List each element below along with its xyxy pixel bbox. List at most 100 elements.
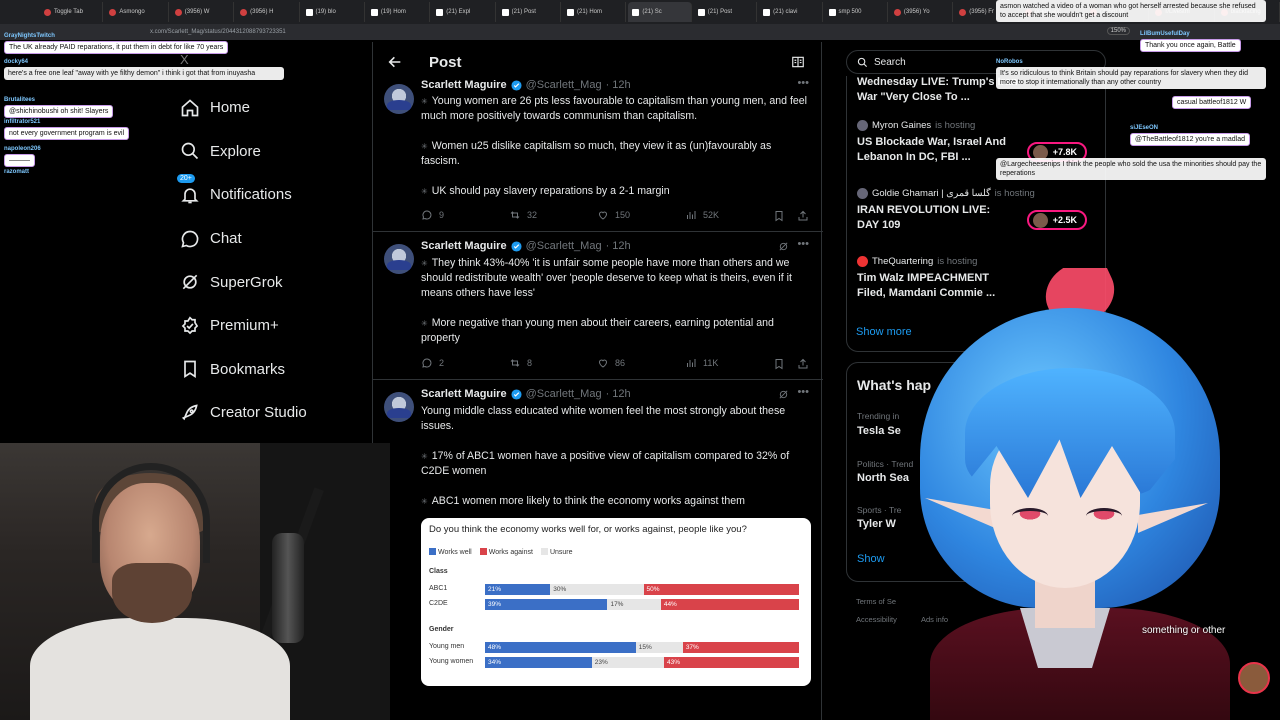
live-listener-count[interactable]: +2.5K — [1027, 210, 1087, 230]
author-handle[interactable]: @Scarlett_Mag — [526, 240, 602, 252]
chat-message-text: It's so ridiculous to think Britain shou… — [996, 67, 1266, 89]
bookmark-icon[interactable] — [773, 210, 785, 222]
verified-badge-icon — [511, 79, 522, 91]
youtube-favicon-icon — [174, 8, 182, 16]
chat-message: siJEseON @TheBattleof1812 you're a madlad — [1130, 124, 1275, 146]
browser-tab[interactable]: Asmongo — [105, 2, 169, 22]
author-handle[interactable]: @Scarlett_Mag — [526, 79, 602, 91]
chat-message: GrayNightsTwitch The UK already PAID repa… — [4, 32, 274, 54]
search-placeholder: Search — [874, 56, 906, 68]
grok-icon[interactable] — [778, 241, 789, 252]
live-title: US Blockade War, Israel And Lebanon In D… — [857, 136, 1006, 163]
like-button[interactable]: 86 — [597, 357, 625, 369]
repost-button[interactable]: 8 — [509, 357, 532, 369]
author-name[interactable]: Scarlett Maguire — [421, 388, 507, 400]
youtube-favicon-icon — [893, 8, 901, 16]
author-name[interactable]: Scarlett Maguire — [421, 79, 507, 91]
nav-creator-studio[interactable]: Creator Studio — [170, 391, 370, 435]
x-favicon-icon — [305, 8, 313, 16]
views-button[interactable]: 11K — [685, 357, 718, 369]
chart-title: Do you think the economy works well for,… — [429, 524, 747, 535]
browser-tab[interactable]: (21) Sc — [628, 2, 692, 22]
bar-segment-unsure: 30% — [550, 584, 644, 595]
chat-username: napoleon206 — [4, 146, 41, 152]
tweet-2[interactable]: Scarlett Maguire @Scarlett_Mag · 12h •••… — [373, 232, 823, 380]
tweet-line-text: More negative than young men about their… — [421, 317, 774, 344]
screen: Toggle Tab Asmongo (3956) W (3956) H (19) bl… — [0, 0, 1280, 720]
chat-username: NoRobos — [996, 59, 1023, 65]
legend-swatch — [479, 548, 487, 555]
nav-explore[interactable]: Explore — [170, 130, 370, 174]
nav-notifications[interactable]: 20+ Notifications — [170, 173, 370, 217]
browser-tab[interactable]: smp 500 — [825, 2, 888, 22]
chat-message-text: Thank you once again, Battle — [1140, 39, 1241, 52]
browser-tab[interactable]: Toggle Tab — [40, 2, 104, 22]
reply-icon — [422, 358, 432, 368]
data-label: 21% — [488, 586, 502, 593]
author-name[interactable]: Scarlett Maguire — [421, 240, 507, 252]
microphone — [272, 533, 304, 643]
views-button[interactable]: 52K — [685, 209, 719, 221]
reply-button[interactable]: 9 — [421, 209, 444, 221]
nav-supergrok[interactable]: SuperGrok — [170, 260, 370, 304]
nav-label-premium: Premium+ — [210, 317, 279, 335]
share-icon[interactable] — [797, 210, 809, 222]
avatar[interactable] — [384, 392, 414, 422]
vtuber-eye — [1012, 508, 1048, 524]
verified-badge-icon — [511, 240, 522, 252]
browser-tab[interactable]: (21) Post — [694, 2, 758, 22]
youtube-favicon-icon — [959, 8, 967, 16]
browser-tab[interactable]: (3956) W — [171, 2, 235, 22]
listener-count: +2.5K — [1052, 215, 1077, 225]
x-favicon-icon — [697, 8, 705, 16]
browser-tab[interactable]: (19) Hom — [367, 2, 431, 22]
chat-message-text: not every government program is evil — [4, 127, 130, 140]
tab-label: (21) Sc — [642, 9, 662, 15]
tweet-text: ✳ They think 43%-40% 'it is unfair some p… — [421, 256, 811, 346]
tweet-1[interactable]: Scarlett Maguire @Scarlett_Mag · 12h •••… — [373, 72, 823, 232]
author-handle[interactable]: @Scarlett_Mag — [526, 388, 602, 400]
tweet-header: Scarlett Maguire @Scarlett_Mag · 12h — [421, 79, 631, 91]
zoom-indicator[interactable]: 150% — [1106, 27, 1130, 35]
nav-label-bookmarks: Bookmarks — [210, 360, 286, 378]
bar-segment-works-against: 50% — [643, 584, 799, 595]
nav-bookmarks[interactable]: Bookmarks — [170, 348, 370, 392]
avatar[interactable] — [384, 244, 414, 274]
browser-tab[interactable]: (3956) H — [236, 2, 300, 22]
browser-tab[interactable]: (19) blo — [302, 2, 365, 22]
bar-segment-unsure: 15% — [635, 642, 683, 653]
more-options-icon[interactable]: ••• — [797, 77, 809, 89]
browser-tab[interactable]: (21) Hom — [563, 2, 627, 22]
chat-message-text: asmon watched a video of a woman who got… — [996, 0, 1266, 22]
more-options-icon[interactable]: ••• — [797, 238, 809, 250]
nav-chat[interactable]: Chat — [170, 217, 370, 261]
chart-image[interactable]: Do you think the economy works well for,… — [421, 518, 811, 686]
like-button[interactable]: 150 — [597, 209, 630, 221]
reply-button[interactable]: 2 — [421, 357, 444, 369]
more-options-icon[interactable]: ••• — [797, 386, 809, 398]
avatar[interactable] — [384, 84, 414, 114]
youtube-favicon-icon — [109, 8, 117, 16]
tab-label: (19) Hom — [380, 9, 406, 15]
tweet-text: ✳ Young women are 26 pts less favourable … — [421, 94, 811, 199]
reader-mode-icon[interactable] — [791, 55, 805, 69]
chat-message-text: casual battleof1812 W — [1172, 96, 1252, 109]
live-item[interactable]: Goldie Ghamari | گلسا قمری is hosting IR… — [857, 188, 1097, 233]
browser-tab[interactable]: (21) Post — [498, 2, 561, 22]
browser-tab[interactable]: (21) Expl — [432, 2, 496, 22]
browser-tab[interactable]: (3956) Yo — [890, 2, 954, 22]
back-arrow-icon[interactable] — [387, 54, 403, 70]
chat-message-text: here's a free one leaf "away with ye fil… — [4, 67, 284, 80]
bookmark-icon[interactable] — [773, 358, 785, 370]
tweet-header: Scarlett Maguire @Scarlett_Mag · 12h — [421, 388, 631, 400]
browser-tab[interactable]: (21) clavi — [759, 2, 823, 22]
data-label: 44% — [663, 601, 677, 608]
nav-home[interactable]: Home — [170, 86, 370, 130]
nav-premium[interactable]: Premium+ — [170, 304, 370, 348]
repost-button[interactable]: 32 — [509, 209, 537, 221]
data-label: 37% — [685, 644, 699, 651]
grok-icon[interactable] — [778, 389, 789, 400]
host-avatar — [857, 256, 868, 267]
share-icon[interactable] — [797, 358, 809, 370]
reply-icon — [422, 210, 432, 220]
